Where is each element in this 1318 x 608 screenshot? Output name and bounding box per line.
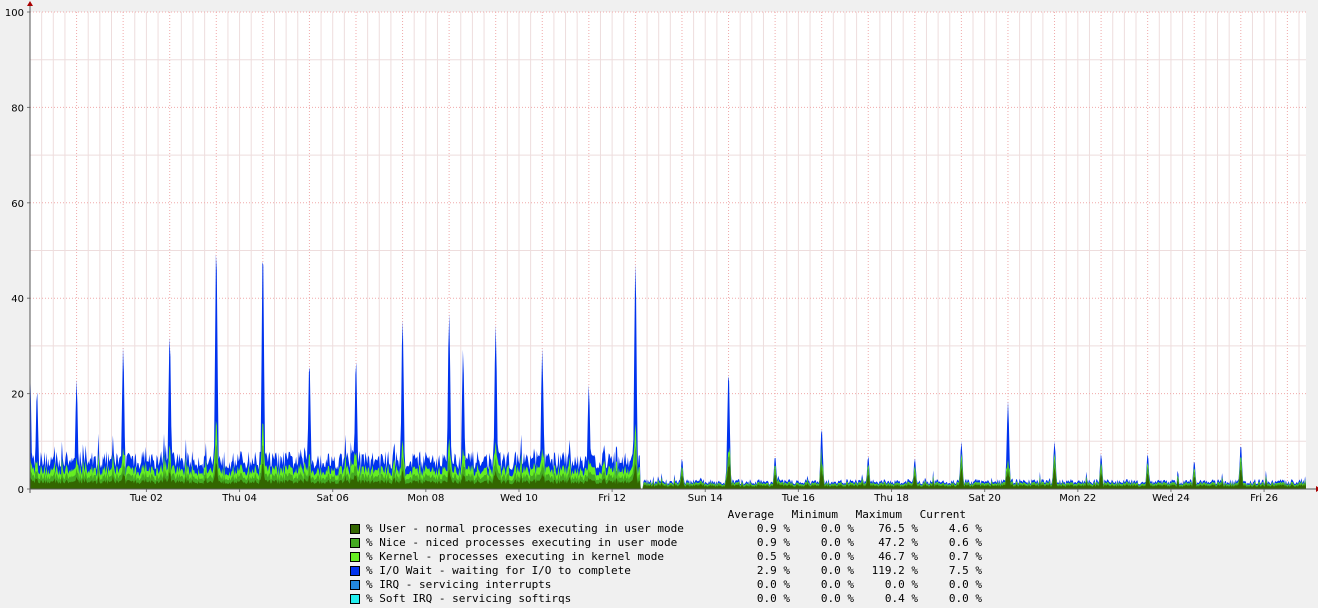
legend-header-average: Average xyxy=(727,508,774,521)
legend-average: 0.5 % xyxy=(756,550,790,563)
legend-average: 0.9 % xyxy=(756,536,790,549)
legend-minimum: 0.0 % xyxy=(820,564,854,577)
legend-label: % User - normal processes executing in u… xyxy=(366,522,684,535)
legend-average: 0.0 % xyxy=(756,578,790,591)
y-tick-label: 60 xyxy=(11,199,24,210)
y-tick-label: 100 xyxy=(5,8,24,19)
legend-minimum: 0.0 % xyxy=(820,578,854,591)
legend-item: % Nice - niced processes executing in us… xyxy=(350,536,982,550)
y-tick-label: 40 xyxy=(11,294,24,305)
legend-current: 0.0 % xyxy=(948,578,982,591)
legend-average: 0.0 % xyxy=(756,592,790,605)
x-tick-label: Fri 12 xyxy=(598,493,626,504)
legend-current: 0.7 % xyxy=(948,550,982,563)
x-tick-label: Sat 06 xyxy=(317,493,349,504)
y-tick-label: 80 xyxy=(11,103,24,114)
legend-maximum: 119.2 % xyxy=(871,564,918,577)
legend-current: 0.6 % xyxy=(948,536,982,549)
x-tick-label: Tue 16 xyxy=(781,493,815,504)
x-tick-label: Fri 26 xyxy=(1250,493,1278,504)
legend-header-current: Current xyxy=(919,508,966,521)
legend-maximum: 76.5 % xyxy=(878,522,918,535)
legend-swatch xyxy=(350,594,360,604)
legend-minimum: 0.0 % xyxy=(820,550,854,563)
legend-average: 0.9 % xyxy=(756,522,790,535)
legend-label: % Kernel - processes executing in kernel… xyxy=(366,550,665,563)
legend-current: 0.0 % xyxy=(948,592,982,605)
cpu-usage-chart: 0 20 40 60 80 100 Tue 02 Thu 04 Sat 06 Mon 08 Wed … xyxy=(5,1,1318,504)
y-axis-arrow xyxy=(27,1,33,6)
legend-label: % I/O Wait - waiting for I/O to complete xyxy=(366,564,631,577)
legend-item: % IRQ - servicing interrupts 0.0 % 0.0 % 0.… xyxy=(350,578,982,592)
legend-swatch xyxy=(350,566,360,576)
legend-average: 2.9 % xyxy=(756,564,790,577)
x-tick-label: Thu 04 xyxy=(221,493,257,504)
legend-maximum: 46.7 % xyxy=(878,550,918,563)
legend-header: Average Minimum Maximum Current xyxy=(350,508,982,522)
legend-maximum: 0.4 % xyxy=(884,592,918,605)
x-tick-label: Wed 10 xyxy=(500,493,538,504)
legend-item: % Soft IRQ - servicing softirqs 0.0 % 0.0 … xyxy=(350,592,982,606)
legend-label: % IRQ - servicing interrupts xyxy=(366,578,552,591)
x-tick-label: Mon 08 xyxy=(407,493,444,504)
x-tick-label: Thu 18 xyxy=(873,493,909,504)
legend-swatch xyxy=(350,538,360,548)
legend-minimum: 0.0 % xyxy=(820,536,854,549)
x-tick-label: Sat 20 xyxy=(969,493,1001,504)
legend-label: % Nice - niced processes executing in us… xyxy=(366,536,678,549)
legend-label: % Soft IRQ - servicing softirqs xyxy=(366,592,572,605)
y-tick-label: 0 xyxy=(18,485,24,496)
legend-current: 4.6 % xyxy=(948,522,982,535)
legend-maximum: 47.2 % xyxy=(878,536,918,549)
legend-maximum: 0.0 % xyxy=(884,578,918,591)
legend-swatch xyxy=(350,580,360,590)
legend-item: % I/O Wait - waiting for I/O to complete… xyxy=(350,564,982,578)
legend-minimum: 0.0 % xyxy=(820,592,854,605)
legend-header-maximum: Maximum xyxy=(855,508,902,521)
y-tick-label: 20 xyxy=(11,390,24,401)
legend-swatch xyxy=(350,552,360,562)
x-tick-label: Mon 22 xyxy=(1059,493,1096,504)
legend-swatch xyxy=(350,524,360,534)
x-tick-label: Tue 02 xyxy=(129,493,163,504)
legend-item: % Kernel - processes executing in kernel… xyxy=(350,550,982,564)
legend-header-minimum: Minimum xyxy=(791,508,838,521)
x-tick-label: Sun 14 xyxy=(688,493,723,504)
chart-legend: Average Minimum Maximum Current % User -… xyxy=(350,508,982,606)
legend-item: % User - normal processes executing in u… xyxy=(350,522,982,536)
legend-minimum: 0.0 % xyxy=(820,522,854,535)
legend-current: 7.5 % xyxy=(948,564,982,577)
x-tick-label: Wed 24 xyxy=(1152,493,1190,504)
